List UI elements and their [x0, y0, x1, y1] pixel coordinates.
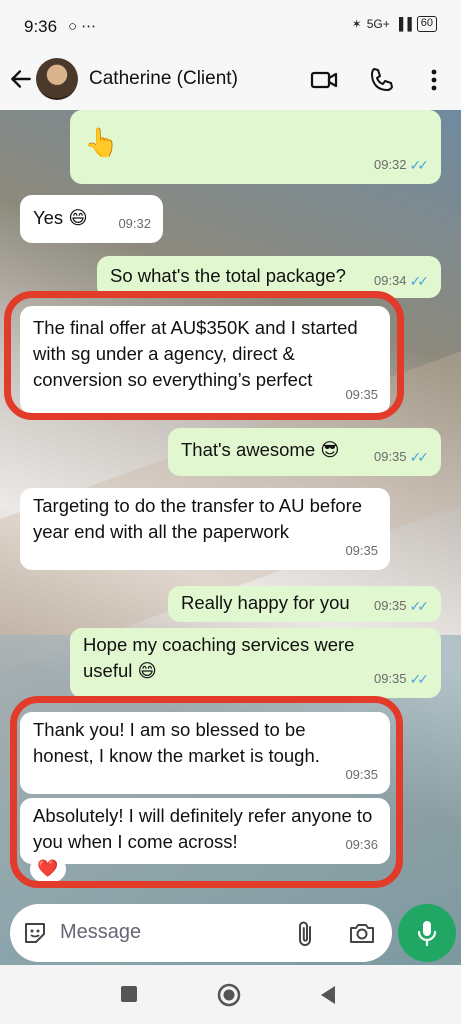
message-meta: 09:35 ✓✓	[374, 444, 429, 470]
read-receipt-icon: ✓✓	[409, 671, 430, 687]
back-nav-icon[interactable]	[318, 984, 338, 1006]
system-nav-bar	[0, 965, 461, 1024]
message-text: Yes 😄	[33, 207, 88, 228]
network-label: 5G+	[366, 17, 390, 31]
message-time: 09:36	[345, 837, 378, 852]
message-meta: 09:35 ✓✓	[374, 593, 429, 619]
message-meta: 09:35	[345, 538, 378, 564]
read-receipt-icon: ✓✓	[409, 449, 430, 465]
message-outgoing[interactable]: So what's the total package? 09:34 ✓✓	[97, 256, 441, 298]
microphone-icon	[417, 921, 437, 947]
bluetooth-icon: ✶	[351, 17, 362, 31]
contact-avatar[interactable]	[36, 58, 78, 100]
back-arrow-icon[interactable]	[8, 66, 34, 92]
message-incoming[interactable]: Thank you! I am so blessed to be honest,…	[20, 712, 390, 794]
message-time: 09:35	[345, 387, 378, 402]
read-receipt-icon: ✓✓	[409, 157, 430, 173]
contact-name[interactable]: Catherine (Client)	[89, 68, 238, 90]
camera-icon[interactable]	[348, 920, 376, 946]
message-text: Really happy for you	[181, 592, 350, 613]
message-time: 09:35	[373, 449, 407, 464]
message-meta: 09:35	[345, 382, 378, 408]
message-meta: 09:32 ✓✓	[374, 152, 429, 178]
notification-icons: ○ ⋯	[68, 18, 97, 35]
read-receipt-icon: ✓✓	[409, 598, 430, 614]
recents-icon[interactable]	[120, 985, 138, 1003]
message-meta: 09:36	[345, 832, 378, 858]
voice-call-icon[interactable]	[368, 66, 396, 94]
signal-icon: ▐▐	[394, 17, 412, 31]
read-receipt-icon: ✓✓	[409, 273, 430, 289]
message-incoming[interactable]: Absolutely! I will definitely refer anyo…	[20, 798, 390, 864]
message-outgoing[interactable]: That's awesome 😎 09:35 ✓✓	[168, 428, 441, 476]
sticker-icon[interactable]	[22, 920, 48, 946]
message-text: Targeting to do the transfer to AU befor…	[33, 495, 363, 542]
chat-header: Catherine (Client)	[0, 52, 461, 110]
message-time: 09:32	[373, 157, 407, 172]
message-outgoing[interactable]: 👆 09:32 ✓✓	[70, 110, 441, 184]
message-time: 09:32	[118, 216, 151, 231]
message-time: 09:35	[373, 598, 407, 613]
message-incoming[interactable]: Yes 😄 09:32	[20, 195, 163, 243]
message-time: 09:35	[373, 671, 407, 686]
message-text: Absolutely! I will definitely refer anyo…	[33, 805, 373, 852]
message-meta: 09:35 ✓✓	[374, 666, 429, 692]
status-time: 9:36	[24, 17, 58, 36]
mic-button[interactable]	[398, 904, 456, 962]
message-incoming[interactable]: The final offer at AU$350K and I started…	[20, 306, 390, 414]
message-text: So what's the total package?	[110, 265, 346, 286]
attachment-icon[interactable]	[294, 920, 318, 948]
message-text: Hope my coaching services were useful 😄	[83, 634, 355, 681]
message-incoming[interactable]: Targeting to do the transfer to AU befor…	[20, 488, 390, 570]
message-text: Thank you! I am so blessed to be honest,…	[33, 719, 320, 766]
message-text: 👆	[84, 127, 119, 158]
message-text: The final offer at AU$350K and I started…	[33, 317, 358, 390]
battery-icon: 60	[416, 16, 437, 32]
heart-reaction-icon[interactable]: ❤️	[30, 856, 66, 882]
status-icons: ✶ 5G+ ▐▐ 60	[352, 16, 437, 32]
status-bar: 9:36 ○ ⋯ ✶ 5G+ ▐▐ 60	[0, 0, 461, 52]
message-time: 09:34	[373, 273, 407, 288]
message-time: 09:35	[345, 767, 378, 782]
video-call-icon[interactable]	[310, 66, 338, 94]
message-text: That's awesome 😎	[181, 439, 340, 460]
message-meta: 09:32	[118, 211, 151, 237]
message-outgoing[interactable]: Hope my coaching services were useful 😄 …	[70, 628, 441, 698]
home-icon[interactable]	[216, 982, 242, 1008]
more-options-icon[interactable]	[420, 66, 448, 94]
message-input[interactable]: Message	[60, 921, 141, 944]
message-time: 09:35	[345, 543, 378, 558]
message-meta: 09:34 ✓✓	[374, 268, 429, 294]
message-outgoing[interactable]: Really happy for you 09:35 ✓✓	[168, 586, 441, 622]
message-input-bar[interactable]: Message	[10, 904, 392, 962]
message-meta: 09:35	[345, 762, 378, 788]
